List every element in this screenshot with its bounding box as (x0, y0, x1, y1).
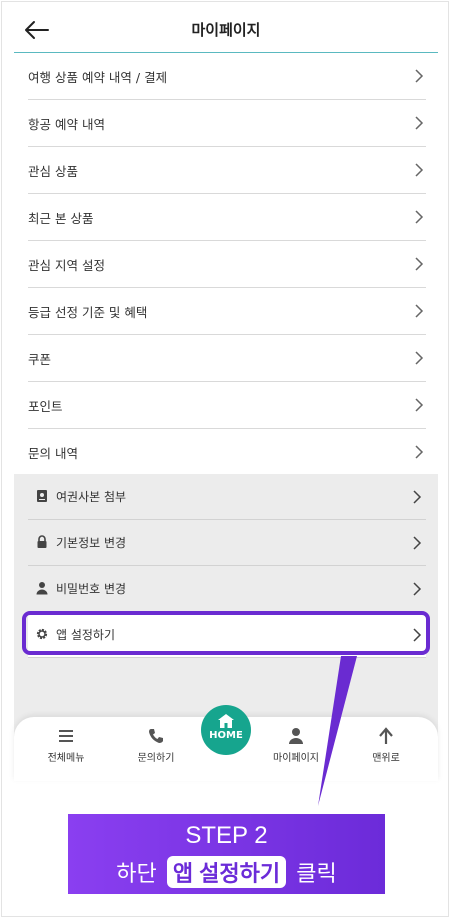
banner-highlight: 앱 설정하기 (166, 856, 287, 888)
nav-mypage[interactable]: 마이페이지 (256, 727, 336, 764)
banner-step: STEP 2 (185, 822, 268, 849)
menu-item-reservations[interactable]: 여행 상품 예약 내역 / 결제 (28, 53, 426, 100)
submenu-item-password[interactable]: 비밀번호 변경 (28, 566, 426, 611)
chevron-right-icon (415, 398, 424, 412)
chevron-right-icon (413, 490, 422, 504)
banner-prefix: 하단 (116, 861, 157, 886)
menu-item-label: 등급 선정 기준 및 혜택 (28, 305, 148, 320)
menu-item-label: 쿠폰 (28, 352, 52, 367)
menu-item-point[interactable]: 포인트 (28, 382, 426, 429)
submenu-item-label: 여권사본 첨부 (56, 490, 127, 504)
nav-label: HOME (209, 730, 243, 741)
chevron-right-icon (415, 257, 424, 271)
home-icon (218, 714, 234, 728)
submenu-item-passport[interactable]: 여권사본 첨부 (28, 474, 426, 520)
banner-suffix: 클릭 (296, 861, 337, 886)
chevron-right-icon (415, 351, 424, 365)
passport-icon (37, 490, 47, 502)
menu-item-label: 포인트 (28, 399, 63, 414)
chevron-right-icon (415, 210, 424, 224)
banner-instruction: 하단 앱 설정하기 클릭 (68, 856, 385, 888)
mypage-menu: 여행 상품 예약 내역 / 결제 항공 예약 내역 관심 상품 최근 본 상품 … (28, 53, 426, 475)
menu-item-wishlist[interactable]: 관심 상품 (28, 147, 426, 194)
chevron-right-icon (415, 445, 424, 459)
menu-item-label: 최근 본 상품 (28, 211, 94, 226)
chevron-right-icon (415, 69, 424, 83)
menu-item-label: 항공 예약 내역 (28, 117, 105, 132)
chevron-right-icon (415, 116, 424, 130)
menu-item-grade[interactable]: 등급 선정 기준 및 혜택 (28, 288, 426, 335)
bottom-nav: 전체메뉴 문의하기 HOME 마이페이지 맨위로 (14, 705, 438, 781)
chevron-right-icon (415, 304, 424, 318)
page-title: 마이페이지 (191, 21, 261, 39)
menu-item-flight[interactable]: 항공 예약 내역 (28, 100, 426, 147)
header: 마이페이지 (14, 10, 438, 53)
submenu-item-label: 기본정보 변경 (56, 536, 127, 550)
nav-label: 전체메뉴 (47, 753, 85, 764)
menu-icon (59, 730, 73, 742)
submenu-item-label: 비밀번호 변경 (56, 582, 127, 596)
menu-item-region[interactable]: 관심 지역 설정 (28, 241, 426, 288)
submenu-item-basic-info[interactable]: 기본정보 변경 (28, 520, 426, 566)
highlight-box (22, 611, 430, 655)
nav-inquiry[interactable]: 문의하기 (116, 727, 196, 764)
menu-item-recent[interactable]: 최근 본 상품 (28, 194, 426, 241)
chevron-right-icon (413, 582, 422, 596)
person-icon (289, 728, 303, 744)
chevron-right-icon (415, 163, 424, 177)
chevron-right-icon (413, 536, 422, 550)
menu-item-label: 관심 상품 (28, 164, 78, 179)
nav-label: 마이페이지 (273, 753, 319, 764)
menu-item-label: 관심 지역 설정 (28, 258, 105, 273)
menu-item-inquiry[interactable]: 문의 내역 (28, 429, 426, 475)
instruction-banner: STEP 2 하단 앱 설정하기 클릭 (68, 814, 385, 894)
nav-label: 문의하기 (137, 753, 175, 764)
nav-home-button[interactable]: HOME (201, 705, 251, 755)
phone-icon (149, 729, 163, 743)
menu-item-label: 여행 상품 예약 내역 / 결제 (28, 70, 168, 85)
menu-item-coupon[interactable]: 쿠폰 (28, 335, 426, 382)
nav-label: 맨위로 (372, 753, 400, 764)
nav-all-menu[interactable]: 전체메뉴 (26, 727, 106, 764)
person-icon (36, 582, 48, 595)
nav-top[interactable]: 맨위로 (346, 727, 426, 764)
arrow-up-icon (379, 727, 393, 744)
menu-item-label: 문의 내역 (28, 446, 78, 461)
lock-icon (37, 535, 47, 548)
